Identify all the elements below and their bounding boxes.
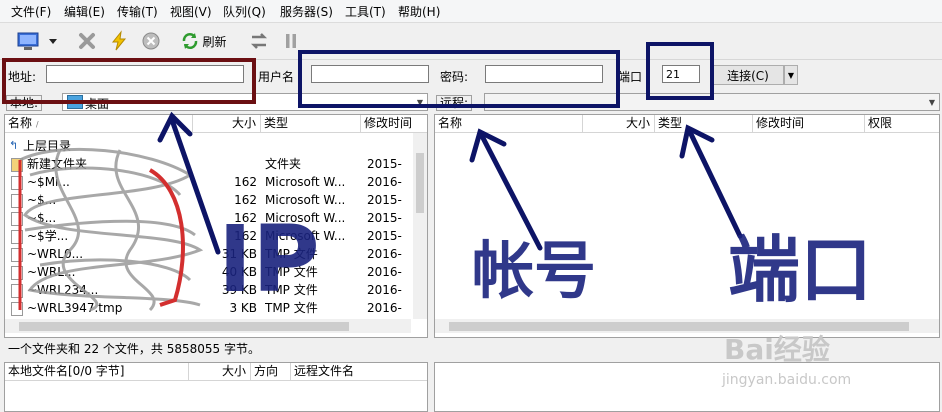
annotation-arrow-port [687,129,743,239]
annotation-box-credentials [298,50,620,108]
annotation-text-ip: IP [218,206,320,313]
scribble-mark [19,147,204,312]
watermark-logo: Bai经验 [724,333,830,366]
annotation-box-host [2,58,256,104]
annotation-text-port: 端口 [728,228,873,312]
watermark-url: jingyan.baidu.com [722,372,852,388]
annotation-text-account: 帐号 [472,234,597,307]
annotation-box-port [646,42,714,100]
annotation-arrow-credentials [479,133,543,251]
annotation-arrow-host [169,117,221,255]
